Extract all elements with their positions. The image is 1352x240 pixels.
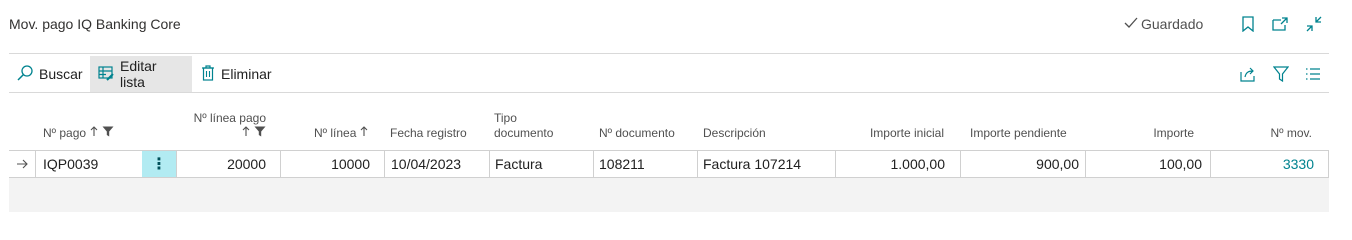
cell-doc-type[interactable]: Factura	[490, 151, 594, 177]
delete-label: Eliminar	[221, 66, 272, 82]
cell-payment-line-no[interactable]: 20000	[176, 151, 281, 177]
cell-pending-amount[interactable]: 900,00	[961, 151, 1086, 177]
sort-ascending-icon	[360, 126, 368, 141]
open-in-new-icon[interactable]	[1270, 14, 1290, 34]
arrow-right-icon	[16, 156, 28, 172]
edit-list-button[interactable]: Editar lista	[90, 56, 192, 92]
cell-entry-no-link[interactable]: 3330	[1211, 151, 1329, 177]
filter-icon[interactable]	[1271, 64, 1291, 84]
toolbar-divider	[9, 92, 1329, 93]
cell-description[interactable]: Factura 107214	[698, 151, 836, 177]
column-header-pending-amount[interactable]: Importe pendiente	[970, 126, 1067, 141]
list-view-icon[interactable]	[1303, 64, 1323, 84]
filter-applied-icon	[254, 126, 266, 141]
cell-initial-amount[interactable]: 1.000,00	[836, 151, 961, 177]
search-button[interactable]: Buscar	[9, 56, 91, 92]
check-icon	[1124, 16, 1138, 32]
column-header-payment-line-no-label: Nº línea pago	[193, 111, 266, 125]
collapse-icon[interactable]	[1304, 14, 1324, 34]
column-header-description[interactable]: Descripción	[703, 126, 766, 141]
search-label: Buscar	[39, 66, 83, 82]
column-header-payment-no-label: Nº pago	[43, 126, 87, 140]
action-bar: Buscar Editar lista Eliminar	[9, 56, 1329, 92]
empty-list-area	[9, 178, 1329, 212]
trash-icon	[201, 64, 215, 84]
column-header-payment-line-no-icons	[170, 126, 266, 141]
table-row[interactable]: IQP0039 ⋮ 20000 10000 10/04/2023 Factura…	[9, 150, 1329, 178]
bookmark-icon[interactable]	[1238, 14, 1258, 34]
more-vertical-icon: ⋮	[151, 156, 167, 173]
header-divider	[9, 53, 1329, 54]
edit-list-icon	[98, 65, 114, 84]
edit-list-label: Editar lista	[120, 58, 157, 90]
column-header-amount[interactable]: Importe	[1120, 126, 1194, 141]
cell-amount[interactable]: 100,00	[1086, 151, 1211, 177]
column-header-line-no-label: Nº línea	[314, 126, 357, 140]
column-header-doc-type-line2: documento	[494, 126, 554, 140]
filter-applied-icon	[102, 126, 114, 141]
row-indicator[interactable]	[9, 151, 36, 177]
share-icon[interactable]	[1238, 64, 1258, 84]
delete-button[interactable]: Eliminar	[193, 56, 280, 92]
column-header-posting-date[interactable]: Fecha registro	[390, 126, 467, 141]
page-title: Mov. pago IQ Banking Core	[9, 16, 181, 32]
cell-doc-no[interactable]: 108211	[594, 151, 698, 177]
column-header-doc-type-line1: Tipo	[494, 111, 517, 125]
save-status-label: Guardado	[1141, 16, 1204, 32]
column-header-doc-no[interactable]: Nº documento	[599, 126, 675, 141]
column-header-payment-no[interactable]: Nº pago	[43, 126, 114, 141]
column-header-doc-type[interactable]: Tipo documento	[494, 111, 553, 141]
sort-ascending-icon	[90, 126, 98, 141]
column-header-payment-line-no[interactable]: Nº línea pago	[170, 111, 266, 141]
column-header-line-no[interactable]: Nº línea	[314, 126, 368, 141]
search-icon	[17, 64, 33, 84]
cell-posting-date[interactable]: 10/04/2023	[385, 151, 490, 177]
page-header: Mov. pago IQ Banking Core Guardado	[0, 0, 1352, 50]
cell-payment-no[interactable]: IQP0039	[36, 151, 142, 177]
save-status: Guardado	[1124, 16, 1203, 32]
row-actions-button[interactable]: ⋮	[142, 151, 176, 177]
column-header-entry-no[interactable]: Nº mov.	[1240, 126, 1313, 141]
column-header-initial-amount[interactable]: Importe inicial	[844, 126, 944, 141]
sort-ascending-icon	[242, 126, 250, 141]
cell-line-no[interactable]: 10000	[281, 151, 385, 177]
